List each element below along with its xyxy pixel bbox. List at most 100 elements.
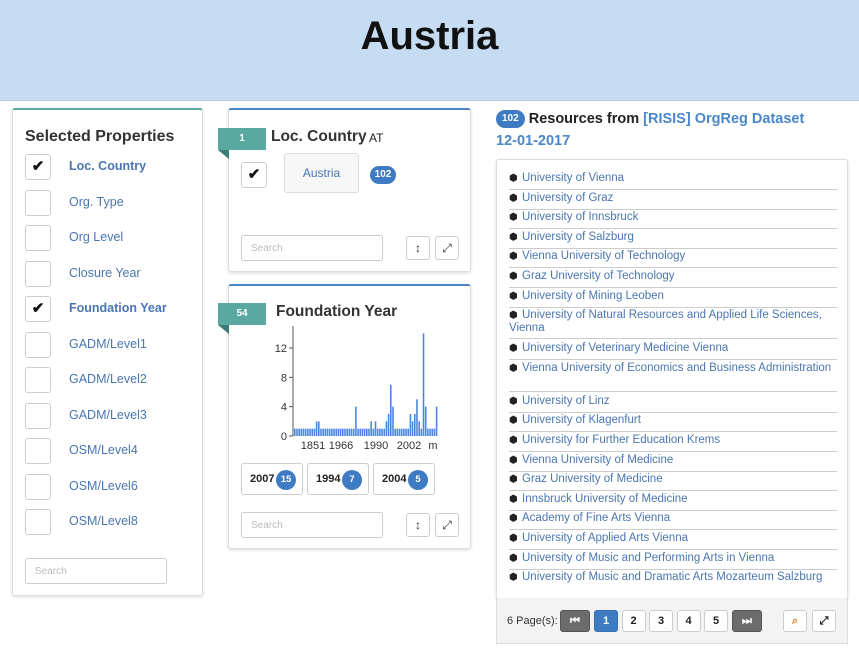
chart-bar[interactable] bbox=[333, 428, 335, 436]
resource-item[interactable]: ⬢ Graz University of Medicine bbox=[509, 473, 837, 492]
property-checkbox[interactable] bbox=[25, 509, 51, 535]
chart-bar[interactable] bbox=[431, 428, 434, 436]
resource-item[interactable]: ⬢ University for Further Education Krems bbox=[509, 434, 837, 452]
property-row[interactable]: ✔ Foundation Year bbox=[25, 296, 195, 324]
resource-item[interactable]: ⬢ University of Linz bbox=[509, 395, 837, 413]
chart-bar[interactable] bbox=[296, 428, 298, 436]
property-row[interactable]: Org Level bbox=[25, 225, 195, 253]
resource-item[interactable]: ⬢ Vienna University of Medicine bbox=[509, 454, 837, 472]
chart-bar[interactable] bbox=[411, 421, 414, 436]
chart-bar[interactable] bbox=[294, 428, 296, 436]
resource-link[interactable]: Graz University of Medicine bbox=[522, 473, 663, 485]
property-checkbox[interactable] bbox=[25, 367, 51, 393]
chart-bar[interactable] bbox=[322, 428, 324, 436]
property-row[interactable]: OSM/Level6 bbox=[25, 473, 195, 502]
chart-bar[interactable] bbox=[361, 428, 364, 436]
chart-bar[interactable] bbox=[396, 428, 399, 436]
chart-bar[interactable] bbox=[383, 428, 386, 436]
chart-bar[interactable] bbox=[433, 428, 436, 436]
property-checkbox[interactable]: ✔ bbox=[25, 154, 51, 180]
chart-bar[interactable] bbox=[416, 399, 418, 436]
chart-bar[interactable] bbox=[348, 428, 351, 436]
property-checkbox[interactable] bbox=[25, 438, 51, 464]
chart-bar[interactable] bbox=[350, 428, 353, 436]
resource-item[interactable]: ⬢ Innsbruck University of Medicine bbox=[509, 493, 837, 511]
chart-bar[interactable] bbox=[392, 406, 394, 436]
page-button[interactable]: 3 bbox=[649, 610, 673, 632]
resource-link[interactable]: University of Graz bbox=[522, 192, 613, 204]
page-button[interactable]: 4 bbox=[676, 610, 701, 632]
property-checkbox[interactable]: ✔ bbox=[25, 296, 51, 322]
resource-link[interactable]: University of Veterinary Medicine Vienna bbox=[522, 342, 728, 354]
resource-link[interactable]: Vienna University of Medicine bbox=[522, 454, 673, 466]
property-row[interactable]: OSM/Level8 bbox=[25, 509, 195, 537]
resource-item[interactable]: ⬢ University of Applied Arts Vienna bbox=[509, 532, 837, 550]
country-search-input[interactable]: Search bbox=[241, 235, 383, 261]
chart-bar[interactable] bbox=[400, 428, 403, 436]
resource-item[interactable]: ⬢ University of Natural Resources and App… bbox=[509, 309, 837, 340]
chart-bar[interactable] bbox=[368, 428, 370, 436]
chart-bar[interactable] bbox=[398, 428, 401, 436]
property-checkbox[interactable] bbox=[25, 260, 51, 287]
resource-item[interactable]: ⬢ University of Music and Dramatic Arts M… bbox=[509, 571, 837, 602]
chart-bar[interactable] bbox=[335, 428, 338, 436]
property-checkbox[interactable] bbox=[25, 473, 51, 500]
resource-item[interactable]: ⬢ University of Salzburg bbox=[509, 231, 837, 249]
chart-bar[interactable] bbox=[394, 428, 396, 436]
chart-bar[interactable] bbox=[370, 421, 372, 436]
chart-bar[interactable] bbox=[422, 333, 425, 436]
year-value-button[interactable]: 2007 15 bbox=[241, 463, 303, 495]
resource-link[interactable]: Vienna University of Economics and Busin… bbox=[522, 362, 831, 374]
property-checkbox[interactable] bbox=[25, 189, 51, 216]
first-page-icon[interactable]: ⏮ bbox=[560, 610, 590, 632]
chart-bar[interactable] bbox=[315, 421, 318, 436]
property-row[interactable]: GADM/Level2 bbox=[25, 367, 195, 395]
chart-bar[interactable] bbox=[387, 414, 390, 436]
chart-bar[interactable] bbox=[302, 428, 305, 436]
chart-bar[interactable] bbox=[326, 428, 329, 436]
chart-bar[interactable] bbox=[409, 414, 412, 436]
resource-link[interactable]: University of Music and Dramatic Arts Mo… bbox=[522, 571, 822, 583]
page-button[interactable]: 2 bbox=[621, 610, 646, 632]
chart-bar[interactable] bbox=[429, 428, 431, 436]
properties-search-input[interactable]: Search bbox=[25, 558, 167, 584]
chart-bar[interactable] bbox=[331, 428, 333, 436]
chart-bar[interactable] bbox=[324, 428, 327, 436]
chart-bar[interactable] bbox=[344, 428, 346, 436]
facet-value-button[interactable]: Austria bbox=[284, 153, 359, 193]
chart-bar[interactable] bbox=[381, 428, 383, 436]
resource-item[interactable]: ⬢ Graz University of Technology bbox=[509, 270, 837, 288]
resource-link[interactable]: University for Further Education Krems bbox=[522, 434, 720, 446]
resource-link[interactable]: Innsbruck University of Medicine bbox=[522, 493, 688, 505]
resource-link[interactable]: University of Linz bbox=[522, 395, 610, 407]
chart-bar[interactable] bbox=[298, 428, 300, 436]
resource-link[interactable]: University of Mining Leoben bbox=[522, 290, 664, 302]
resource-item[interactable]: ⬢ University of Graz bbox=[509, 192, 837, 210]
resource-link[interactable]: University of Vienna bbox=[522, 172, 624, 184]
vertical-resize-icon[interactable]: ↕ bbox=[406, 513, 430, 537]
year-value-button[interactable]: 2004 5 bbox=[373, 463, 435, 495]
property-checkbox[interactable] bbox=[25, 331, 51, 358]
resource-item[interactable]: ⬢ University of Music and Performing Arts… bbox=[509, 552, 837, 570]
expand-icon[interactable]: ⤢ bbox=[435, 513, 459, 537]
chart-bar[interactable] bbox=[352, 428, 355, 436]
page-button[interactable]: 1 bbox=[594, 610, 618, 632]
chart-bar[interactable] bbox=[309, 428, 311, 436]
resource-item[interactable]: ⬢ University of Veterinary Medicine Vienn… bbox=[509, 342, 837, 361]
expand-icon[interactable]: ⤢ bbox=[812, 610, 836, 632]
resource-item[interactable]: ⬢ Vienna University of Technology bbox=[509, 250, 837, 269]
chart-bar[interactable] bbox=[318, 421, 320, 436]
resource-link[interactable]: University of Applied Arts Vienna bbox=[522, 532, 688, 544]
resource-link[interactable]: University of Klagenfurt bbox=[522, 414, 641, 426]
chart-bar[interactable] bbox=[366, 428, 368, 436]
chart-bar[interactable] bbox=[320, 428, 322, 436]
resource-item[interactable]: ⬢ Vienna University of Economics and Busi… bbox=[509, 362, 837, 392]
chart-bar[interactable] bbox=[376, 428, 379, 436]
chart-bar[interactable] bbox=[435, 406, 438, 436]
chart-bar[interactable] bbox=[427, 428, 429, 436]
chart-bar[interactable] bbox=[337, 428, 340, 436]
resource-item[interactable]: ⬢ Academy of Fine Arts Vienna bbox=[509, 512, 837, 531]
chart-bar[interactable] bbox=[359, 428, 362, 436]
property-row[interactable]: Closure Year bbox=[25, 260, 195, 289]
property-row[interactable]: ✔ Loc. Country bbox=[25, 154, 195, 182]
